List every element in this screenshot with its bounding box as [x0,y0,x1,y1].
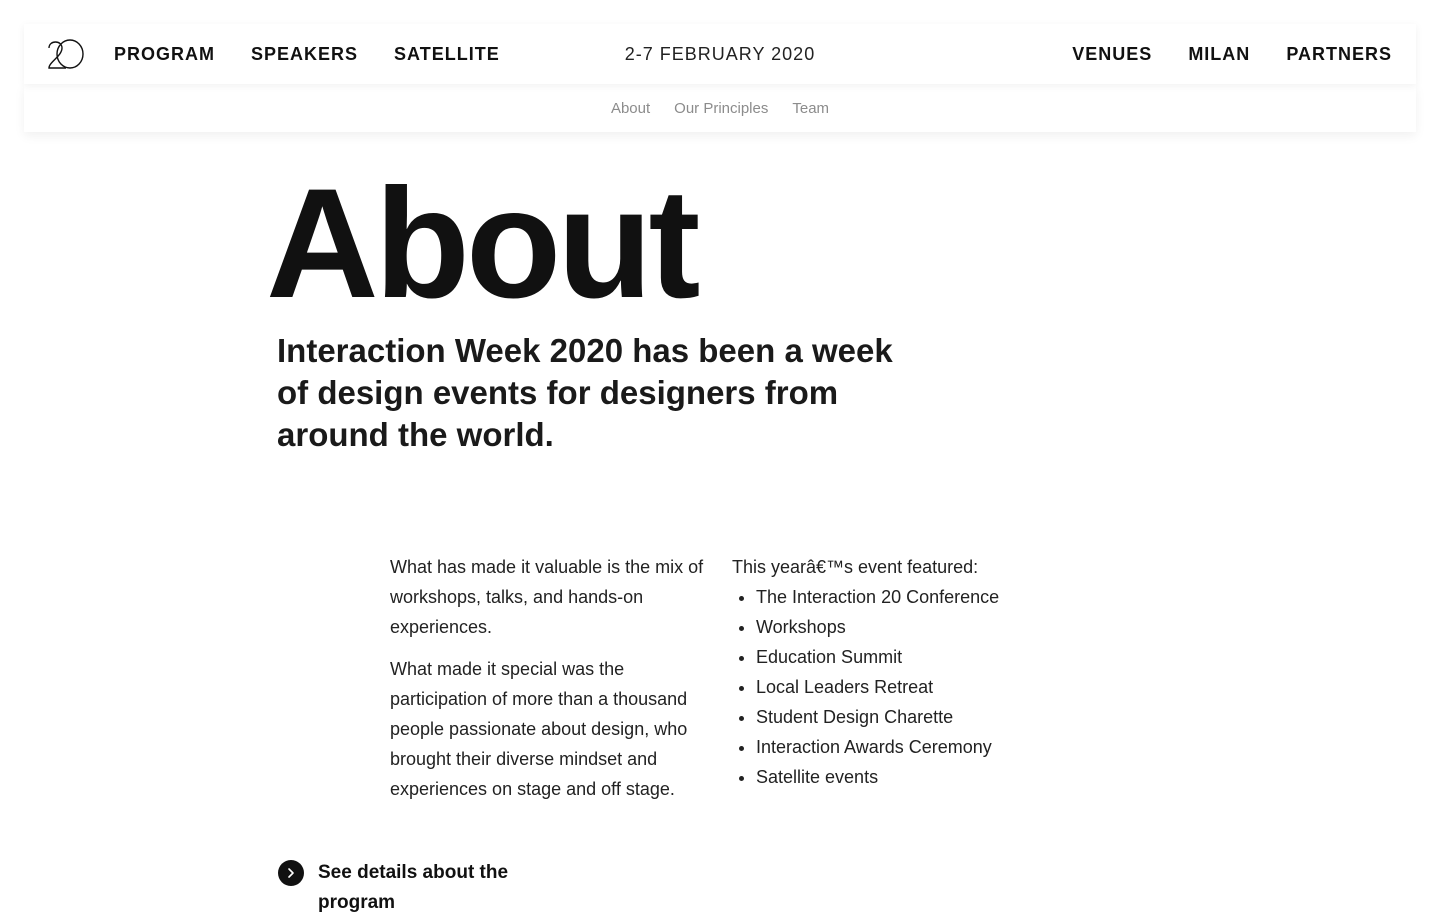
about-description: What has made it valuable is the mix of … [390,552,720,816]
subnav-about[interactable]: About [611,100,650,117]
list-item: Student Design Charette [756,702,1092,732]
interaction20-logo-icon[interactable] [46,38,86,70]
list-item: Education Summit [756,642,1092,672]
nav-partners[interactable]: PARTNERS [1286,44,1392,65]
list-item: Interaction Awards Ceremony [756,732,1092,762]
primary-nav-right: VENUES MILAN PARTNERS [1036,24,1392,84]
nav-venues[interactable]: VENUES [1072,44,1152,65]
about-paragraph: What has made it valuable is the mix of … [390,557,704,637]
list-item: Workshops [756,612,1092,642]
program-details-link[interactable]: See details about the program [278,858,538,918]
event-features: This yearâ€™s event featured: The Intera… [732,552,1092,792]
program-details-label[interactable]: See details about the program [318,858,538,918]
subnav-team[interactable]: Team [792,100,829,117]
list-item: Satellite events [756,762,1092,792]
primary-nav-left: PROGRAM SPEAKERS SATELLITE [114,24,536,84]
nav-speakers[interactable]: SPEAKERS [251,44,358,65]
features-intro: This yearâ€™s event featured: [732,557,979,577]
nav-program[interactable]: PROGRAM [114,44,215,65]
chevron-right-icon[interactable] [278,860,304,886]
features-list: The Interaction 20 Conference Workshops … [732,582,1092,792]
top-navigation-bar: PROGRAM SPEAKERS SATELLITE 2-7 FEBRUARY … [24,24,1416,84]
page-subtitle: Interaction Week 2020 has been a week of… [277,332,893,453]
list-item: Local Leaders Retreat [756,672,1092,702]
page-title: About [266,157,700,331]
subnav-our-principles[interactable]: Our Principles [674,100,768,117]
nav-milan[interactable]: MILAN [1188,44,1250,65]
sub-navigation-bar: About Our Principles Team [24,84,1416,132]
about-paragraph: What made it special was the participati… [390,659,688,799]
nav-satellite[interactable]: SATELLITE [394,44,500,65]
list-item: The Interaction 20 Conference [756,582,1092,612]
